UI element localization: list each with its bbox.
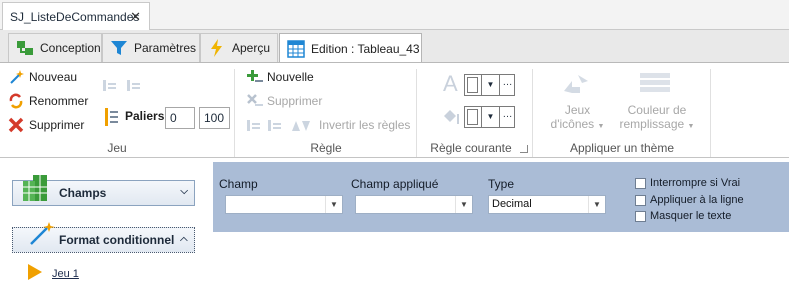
delete-icon: [8, 117, 24, 133]
nouveau-button[interactable]: Nouveau: [8, 69, 77, 85]
filter-icon: [109, 38, 129, 58]
appliquer-ligne-checkbox[interactable]: Appliquer à la ligne: [635, 194, 744, 206]
tab-apercu[interactable]: Aperçu: [200, 33, 278, 62]
interrompre-label: Interrompre si Vrai: [650, 177, 741, 189]
champs-label: Champs: [59, 186, 107, 200]
paliers-max-input[interactable]: 100: [199, 107, 230, 129]
jeux-label-1: Jeux: [564, 103, 591, 117]
document-tab-title: SJ_ListeDeCommandes: [10, 9, 140, 24]
renommer-label: Renommer: [29, 94, 89, 108]
fill-bucket-icon[interactable]: [440, 106, 460, 126]
appliquer-ligne-label: Appliquer à la ligne: [650, 194, 744, 206]
ribbon-tab-strip: Conception Paramètres Aperçu Edition : T…: [0, 30, 789, 63]
rename-icon: [8, 93, 24, 109]
dropdown-arrow-icon: ▼: [325, 196, 342, 213]
checkbox-box: [635, 194, 646, 206]
chevron-up-icon: ⌵: [180, 234, 188, 245]
couleur-label-1: Couleur de: [627, 103, 687, 117]
champ-combobox[interactable]: ▼: [225, 195, 343, 214]
supprimer-jeu-button[interactable]: Supprimer: [8, 117, 84, 133]
icon-sets-icon: [560, 71, 594, 99]
paliers-icon: [104, 108, 120, 126]
tab-edition[interactable]: Edition : Tableau_43: [279, 33, 422, 63]
table-icon: [286, 39, 306, 59]
checkbox-box: [635, 210, 646, 222]
nouvelle-label: Nouvelle: [267, 70, 314, 84]
jeu-1-link[interactable]: Jeu 1: [52, 268, 79, 280]
inverser-regles-button[interactable]: Invertir les règles: [246, 117, 410, 133]
group-separator: [416, 69, 417, 157]
renommer-button[interactable]: Renommer: [8, 93, 88, 109]
champ-label: Champ: [219, 177, 258, 191]
supprimer-regle-button[interactable]: Supprimer: [246, 93, 322, 109]
font-icon[interactable]: A: [443, 71, 458, 97]
paliers-control: Paliers: [104, 108, 165, 126]
group-label-regle-courante: Règle courante: [430, 141, 512, 155]
type-label: Type: [488, 177, 515, 191]
dropdown-arrow-icon: ▼: [588, 196, 605, 213]
type-value: Decimal: [492, 198, 532, 210]
group-separator: [234, 69, 235, 157]
jeux-label-2: d'icônes: [550, 117, 595, 131]
document-tab-strip: SJ_ListeDeCommandes ✕: [0, 0, 789, 30]
group-separator: [710, 69, 711, 157]
move-down-icon[interactable]: [126, 77, 142, 93]
lightning-icon: [207, 38, 227, 58]
group-label-jeu: Jeu: [107, 141, 127, 155]
type-combobox[interactable]: Decimal ▼: [488, 195, 606, 214]
font-color-picker[interactable]: ▼ …: [464, 74, 515, 96]
supprimer-jeu-label: Supprimer: [29, 118, 85, 132]
tab-parametres-label: Paramètres: [134, 41, 197, 55]
remove-rule-icon: [246, 93, 263, 109]
ribbon: Nouveau Renommer Supprimer Paliers 0 100…: [0, 62, 789, 158]
group-label-theme: Appliquer un thème: [569, 141, 675, 155]
tab-conception[interactable]: Conception: [8, 33, 102, 62]
couleur-label-2: remplissage: [619, 117, 685, 131]
fields-grid-icon: [21, 175, 51, 203]
chevron-down-icon: ⌵: [180, 186, 188, 197]
couleur-remplissage-button[interactable]: Couleur de remplissage ▼: [615, 103, 699, 134]
supprimer-regle-label: Supprimer: [267, 94, 323, 108]
champ-applique-combobox[interactable]: ▼: [355, 195, 473, 214]
inverser-label: Invertir les règles: [319, 118, 411, 132]
champs-accordion[interactable]: Champs ⌵: [12, 175, 195, 206]
tab-conception-label: Conception: [40, 41, 101, 55]
rule-order-icons: [246, 117, 314, 133]
nouvelle-regle-button[interactable]: Nouvelle: [246, 69, 314, 85]
nouveau-label: Nouveau: [29, 70, 78, 84]
tab-edition-label: Edition : Tableau_43: [311, 41, 420, 56]
move-up-icon[interactable]: [102, 77, 118, 93]
group-label-regle: Règle: [310, 141, 342, 155]
masquer-texte-checkbox[interactable]: Masquer le texte: [635, 210, 731, 222]
document-tab[interactable]: SJ_ListeDeCommandes ✕: [2, 2, 150, 30]
conception-icon: [15, 38, 35, 58]
group-separator: [532, 69, 533, 157]
dropdown-arrow-icon: ▼: [687, 123, 695, 130]
dropdown-arrow-icon: ▼: [597, 123, 605, 130]
paliers-label: Paliers: [125, 109, 165, 123]
interrompre-checkbox[interactable]: Interrompre si Vrai: [635, 177, 740, 189]
tab-parametres[interactable]: Paramètres: [102, 33, 200, 62]
new-wand-icon: [8, 69, 24, 85]
fill-color-picker[interactable]: ▼ …: [464, 106, 515, 128]
jeux-icones-button[interactable]: Jeux d'icônes ▼: [545, 103, 610, 134]
dropdown-arrow-icon: ▼: [455, 196, 472, 213]
wand-icon: [27, 220, 57, 248]
fill-color-theme-icon: [638, 71, 672, 99]
dialog-launcher-icon[interactable]: [520, 145, 528, 153]
format-conditionnel-accordion[interactable]: Format conditionnel ⌵: [12, 222, 195, 253]
checkbox-box: [635, 177, 646, 189]
format-conditionnel-label: Format conditionnel: [59, 233, 175, 247]
play-arrow-icon: [27, 263, 43, 281]
paliers-min-input[interactable]: 0: [165, 107, 195, 129]
tab-apercu-label: Aperçu: [232, 41, 271, 55]
close-icon[interactable]: ✕: [130, 9, 141, 25]
champ-applique-label: Champ appliqué: [351, 177, 439, 191]
masquer-texte-label: Masquer le texte: [650, 210, 732, 222]
add-rule-icon: [246, 69, 263, 85]
